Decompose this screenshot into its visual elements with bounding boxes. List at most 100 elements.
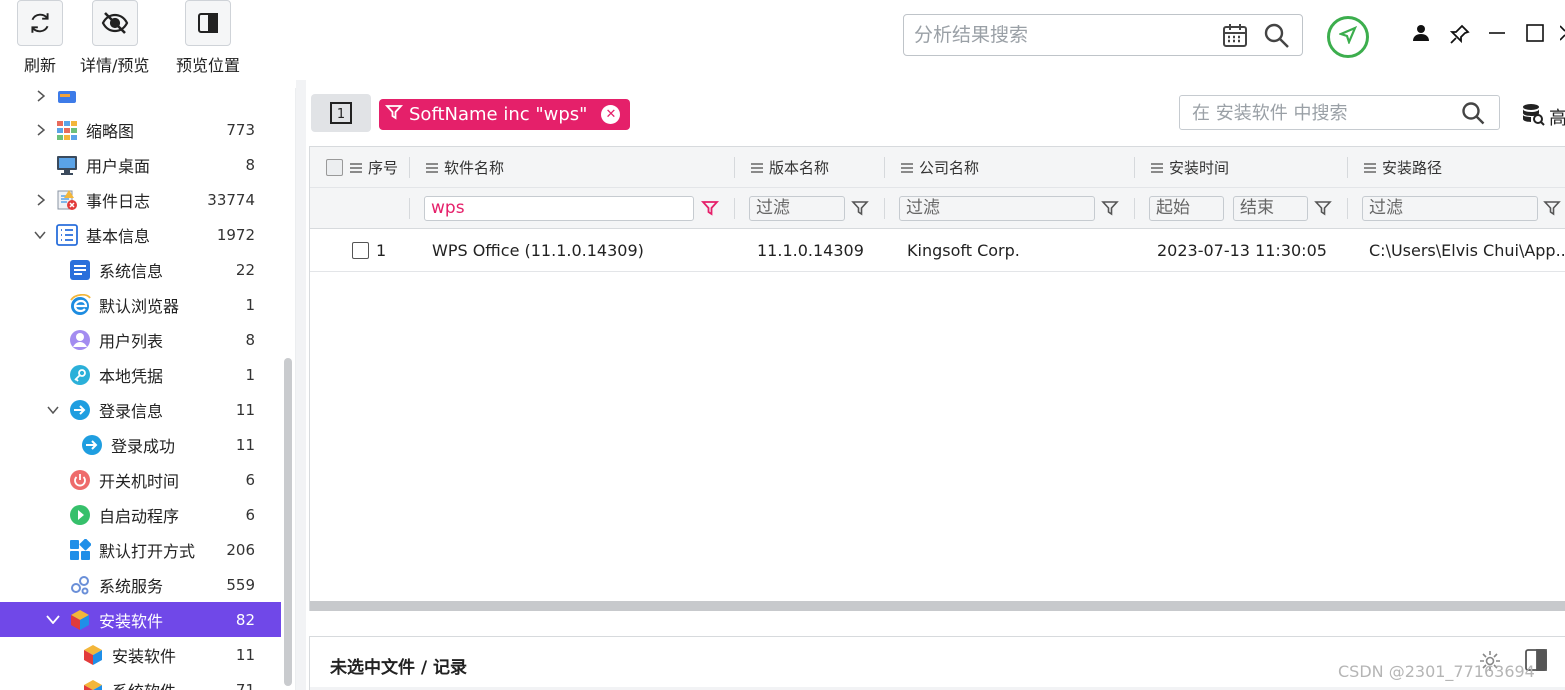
filter-icon[interactable]: [1101, 199, 1119, 221]
end-date-filter-input[interactable]: 结束: [1233, 196, 1308, 221]
watermark: CSDN @2301_77163694: [1338, 662, 1535, 681]
key-icon: [69, 364, 91, 386]
page-one-icon: 1: [330, 102, 352, 124]
pin-icon[interactable]: [1449, 24, 1470, 48]
filter-icon[interactable]: [700, 199, 720, 221]
cell-version: 11.1.0.14309: [757, 241, 864, 260]
remove-filter-icon[interactable]: ✕: [601, 105, 621, 124]
version-filter-input[interactable]: 过滤: [749, 196, 845, 221]
tree-item-label: 系统软件: [112, 678, 176, 690]
tree-item-basic-info[interactable]: 基本信息 1972: [0, 217, 281, 252]
column-header-index[interactable]: 序号: [350, 147, 398, 188]
analysis-search-input[interactable]: [914, 21, 1214, 49]
column-header-name[interactable]: 软件名称: [426, 147, 504, 188]
select-all-checkbox[interactable]: [326, 159, 343, 176]
refresh-button[interactable]: 刷新: [17, 0, 63, 76]
row-checkbox[interactable]: [352, 242, 369, 259]
horizontal-scrollbar[interactable]: [310, 601, 1565, 611]
chevron-down-icon[interactable]: [46, 403, 60, 417]
tree-item-system-services[interactable]: 系统服务 559: [0, 567, 281, 602]
filter-icon[interactable]: [1543, 199, 1561, 221]
tree-item-system-info[interactable]: 系统信息 22: [0, 252, 281, 287]
status-indicator[interactable]: [1327, 16, 1369, 58]
chevron-down-icon[interactable]: [46, 613, 60, 627]
details-preview-label: 详情/预览: [80, 56, 150, 75]
column-divider[interactable]: [734, 157, 735, 178]
tree-item-count: 6: [245, 505, 255, 524]
tree-item-label: 基本信息: [86, 226, 151, 246]
company-filter-input[interactable]: 过滤: [899, 196, 1095, 221]
column-header-install-time[interactable]: 安装时间: [1151, 147, 1229, 188]
tree-item-label: 登录信息: [99, 401, 164, 421]
table-search-input[interactable]: [1192, 101, 1442, 125]
tree-item-user-list[interactable]: 用户列表 8: [0, 322, 281, 357]
play-icon: [69, 504, 91, 526]
advanced-search-button[interactable]: 高: [1521, 102, 1565, 131]
cell-install-time: 2023-07-13 11:30:05: [1157, 241, 1327, 260]
tree-item-default-browser[interactable]: 默认浏览器 1: [0, 287, 281, 322]
page-number-button[interactable]: 1: [311, 94, 371, 132]
filter-chip-label: SoftName inc "wps": [409, 104, 588, 125]
column-menu-icon: [751, 159, 763, 177]
tree-item-count: 82: [235, 610, 255, 629]
column-divider[interactable]: [1134, 157, 1135, 178]
send-icon: [1337, 25, 1358, 48]
preview-position-label: 预览位置: [176, 56, 241, 75]
tree-item-user-desktop[interactable]: 用户桌面 8: [0, 147, 281, 182]
start-date-filter-input[interactable]: 起始: [1149, 196, 1224, 221]
tree-item-count: 6: [245, 470, 255, 489]
column-divider[interactable]: [884, 157, 885, 178]
search-icon[interactable]: [1461, 101, 1485, 129]
browser-icon: [69, 293, 91, 316]
maximize-icon[interactable]: [1526, 24, 1544, 46]
tree-item-local-credentials[interactable]: 本地凭据 1: [0, 357, 281, 392]
active-filter-chip[interactable]: SoftName inc "wps" ✕: [379, 99, 631, 130]
column-divider[interactable]: [409, 157, 410, 178]
tree-item-installed-software[interactable]: 安装软件 82: [0, 602, 281, 637]
user-list-icon: [69, 329, 91, 351]
splitter[interactable]: [296, 80, 306, 690]
tree-item-login-info[interactable]: 登录信息 11: [0, 392, 281, 427]
column-menu-icon: [901, 159, 913, 177]
tree-item-installed-software-sub[interactable]: 安装软件 11: [0, 637, 281, 672]
cube-icon: [82, 679, 104, 690]
tree-item-default-open[interactable]: 默认打开方式 206: [0, 532, 281, 567]
preview-position-button[interactable]: 预览位置: [176, 0, 240, 76]
detail-title: 未选中文件 / 记录: [330, 658, 468, 678]
column-divider[interactable]: [1347, 157, 1348, 178]
tree-item-label: 默认打开方式: [99, 541, 196, 561]
chevron-down-icon[interactable]: [33, 228, 47, 242]
tree-item-power-times[interactable]: 开关机时间 6: [0, 462, 281, 497]
user-icon[interactable]: [1412, 24, 1430, 46]
tree-item-partial[interactable]: [0, 88, 281, 113]
chevron-right-icon: [34, 89, 48, 103]
name-filter-input[interactable]: wps: [424, 196, 694, 221]
column-header-install-path[interactable]: 安装路径: [1364, 147, 1442, 188]
calendar-icon[interactable]: [1222, 23, 1248, 53]
chevron-right-icon[interactable]: [34, 123, 48, 137]
table-header: 序号 软件名称 版本名称 公司名称 安装时间 安装路径: [310, 147, 1565, 188]
list-icon: [56, 223, 78, 246]
tree-item-label: 安装软件: [99, 611, 164, 631]
table-search-box: [1179, 95, 1500, 130]
tree-item-system-software[interactable]: 系统软件 71: [0, 672, 281, 690]
tree-item-thumbnails[interactable]: 缩略图 773: [0, 112, 281, 147]
minimize-icon[interactable]: [1488, 24, 1506, 46]
column-header-company[interactable]: 公司名称: [901, 147, 979, 188]
path-filter-input[interactable]: 过滤: [1362, 196, 1538, 221]
tree-item-autostart[interactable]: 自启动程序 6: [0, 497, 281, 532]
search-icon[interactable]: [1264, 23, 1290, 53]
sidebar-scrollbar[interactable]: [284, 358, 292, 686]
table-row[interactable]: 1 WPS Office (11.1.0.14309) 11.1.0.14309…: [310, 229, 1565, 272]
system-info-icon: [69, 259, 91, 281]
tree-item-event-log[interactable]: 事件日志 33774: [0, 182, 281, 217]
column-header-version[interactable]: 版本名称: [751, 147, 829, 188]
close-icon[interactable]: [1559, 24, 1565, 46]
filter-icon[interactable]: [1314, 199, 1332, 221]
chevron-right-icon[interactable]: [34, 193, 48, 207]
details-preview-button[interactable]: 详情/预览: [80, 0, 149, 76]
column-divider: [1134, 198, 1135, 219]
filter-icon[interactable]: [851, 199, 869, 221]
apps-icon: [69, 538, 92, 561]
tree-item-login-success[interactable]: 登录成功 11: [0, 427, 281, 462]
